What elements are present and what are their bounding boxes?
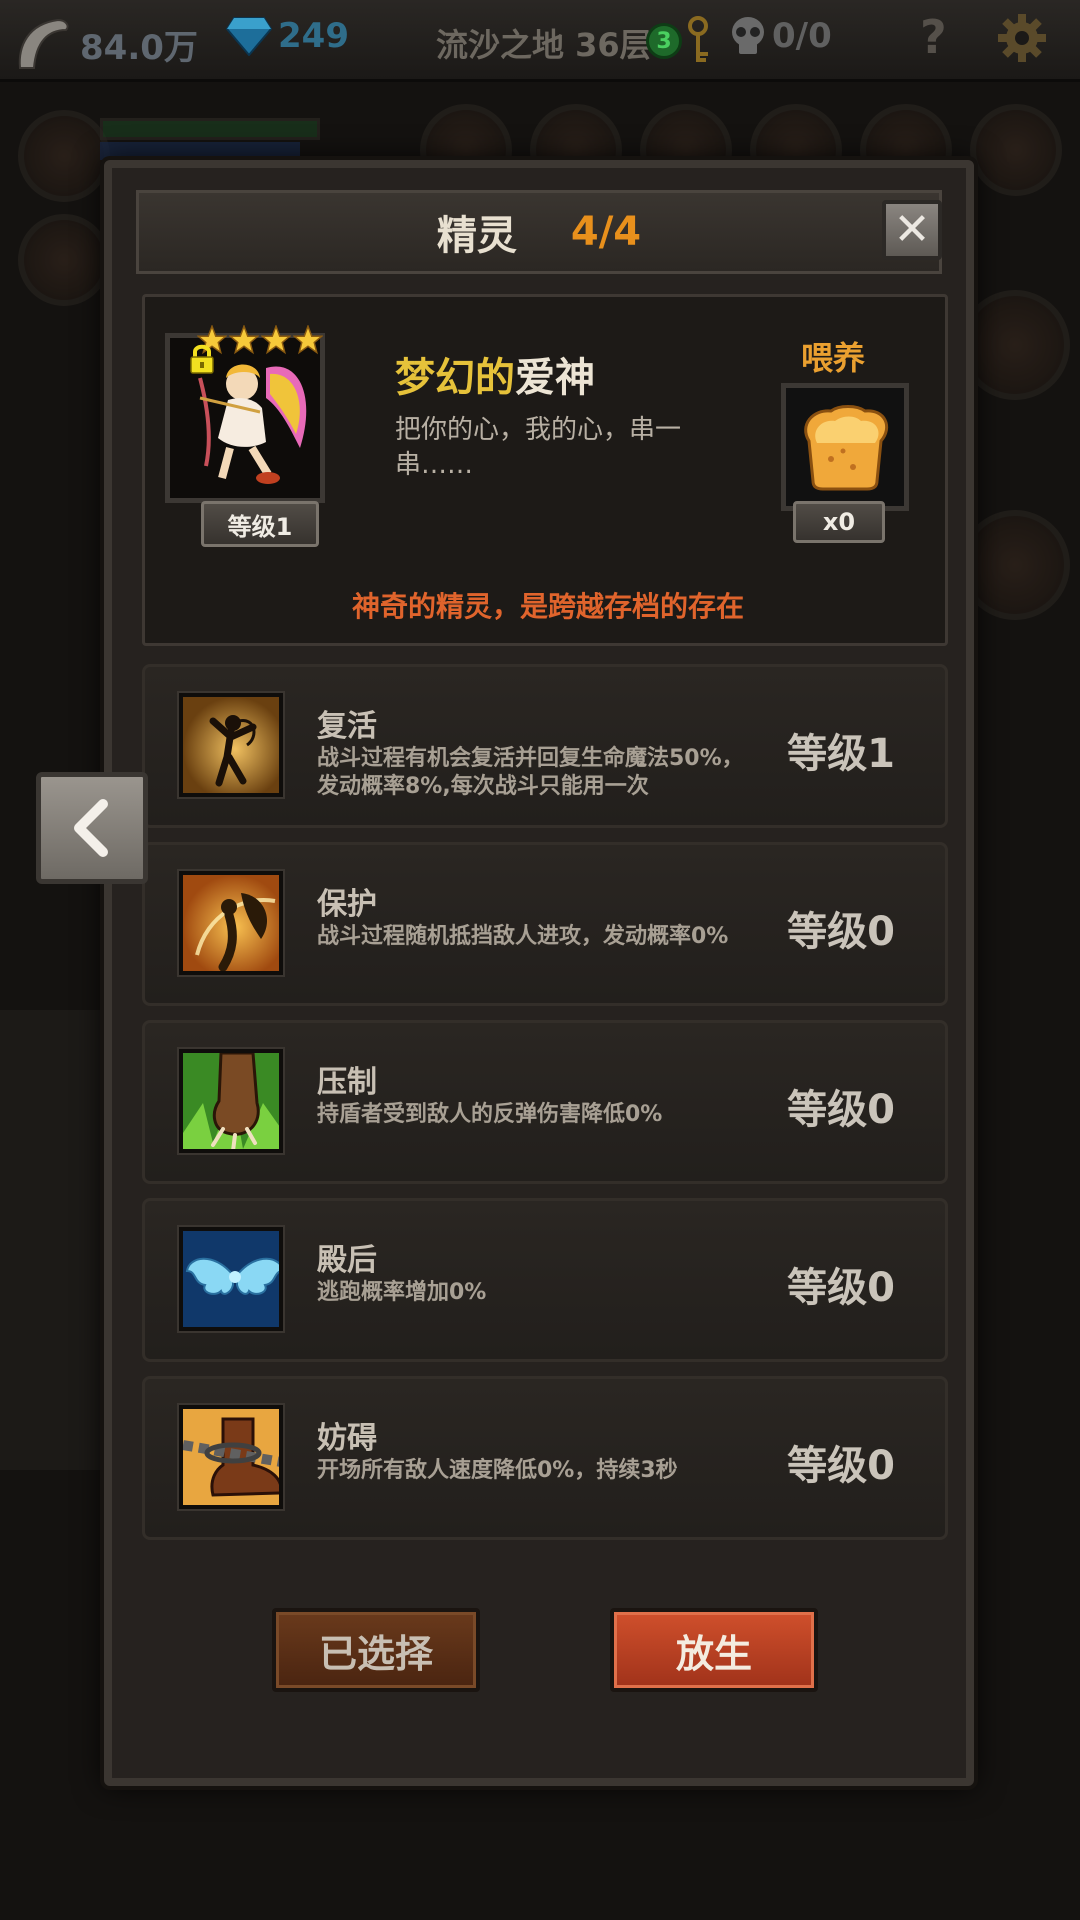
skill-row-rearguard[interactable]: 殿后 逃跑概率增加0% 等级0 [142, 1198, 948, 1362]
skull-counter: 0/0 [730, 16, 832, 56]
skill-row-revive[interactable]: 复活 战斗过程有机会复活并回复生命魔法50%，发动概率8%,每次战斗只能用一次 … [142, 664, 948, 828]
star-rating [197, 325, 323, 355]
skill-level: 等级0 [787, 1265, 895, 1311]
sprite-name: 梦幻的爱神 [395, 345, 595, 403]
skill-level: 等级0 [787, 909, 895, 955]
mana-bar [100, 142, 300, 160]
gold-amount: 84.0万 [80, 27, 198, 68]
sprite-level-badge: 等级1 [201, 501, 319, 547]
feed-button[interactable] [781, 383, 909, 511]
feed-label: 喂养 [801, 339, 866, 377]
diamond-icon [226, 17, 272, 56]
star-icon [261, 325, 291, 355]
skill-level: 等级0 [787, 1443, 895, 1489]
skill-name: 复活 [317, 709, 377, 744]
food-count-badge: x0 [793, 501, 885, 543]
gem-amount: 249 [278, 16, 349, 56]
item-slot [970, 104, 1062, 196]
skill-name: 妨碍 [317, 1421, 377, 1456]
sprite-name-prefix: 梦幻的 [395, 355, 515, 401]
sprite-name-main: 爱神 [515, 355, 595, 401]
sprite-note: 神奇的精灵，是跨越存档的存在 [351, 590, 744, 623]
close-button[interactable]: ✕ [882, 200, 942, 260]
close-icon: ✕ [893, 204, 931, 255]
skill-description: 战斗过程随机抵挡敌人进攻，发动概率0% [317, 924, 729, 949]
bread-icon [804, 405, 888, 491]
sprite-dialog: 精灵 4/4 ✕ 等级1 梦幻的爱神 把你的心，我的心，串一串…… 喂养 x0 … [104, 160, 974, 1786]
skill-description: 逃跑概率增加0% [317, 1280, 487, 1305]
sprite-count: 4/4 [570, 209, 642, 255]
dialog-title: 精灵 [436, 213, 517, 259]
star-icon [229, 325, 259, 355]
wings-icon [179, 1227, 283, 1331]
skill-name: 压制 [317, 1065, 377, 1100]
hero-portrait-slot [18, 214, 110, 306]
skill-row-suppress[interactable]: 压制 持盾者受到敌人的反弹伤害降低0% 等级0 [142, 1020, 948, 1184]
help-button[interactable]: ? [920, 10, 947, 64]
dancer-icon [179, 693, 283, 797]
skill-description: 持盾者受到敌人的反弹伤害降低0% [317, 1102, 663, 1127]
skill-level: 等级0 [787, 1087, 895, 1133]
hero-portrait-slot [18, 110, 110, 202]
gold-counter: 84.0万 [14, 16, 198, 72]
key-counter: 3 [646, 16, 718, 66]
skill-name: 殿后 [317, 1243, 377, 1278]
sprite-description: 把你的心，我的心，串一串…… [395, 415, 682, 481]
key-icon [688, 16, 708, 62]
gear-icon [998, 14, 1046, 62]
star-icon [293, 325, 323, 355]
skill-name: 保护 [317, 887, 377, 922]
key-count-badge: 3 [646, 23, 682, 59]
chevron-left-icon [74, 799, 108, 857]
skill-row-protect[interactable]: 保护 战斗过程随机抵挡敌人进攻，发动概率0% 等级0 [142, 842, 948, 1006]
skill-row-hinder[interactable]: 妨碍 开场所有敌人速度降低0%，持续3秒 等级0 [142, 1376, 948, 1540]
dialog-header: 精灵 4/4 [136, 190, 942, 274]
gem-counter: 249 [226, 16, 349, 56]
skull-icon [732, 17, 764, 54]
health-bar [100, 118, 320, 140]
lock-button[interactable] [189, 343, 215, 379]
horn-icon [18, 18, 69, 69]
sprite-slot [960, 290, 1070, 400]
skill-description: 战斗过程有机会复活并回复生命魔法50%，发动概率8%,每次战斗只能用一次 [317, 746, 744, 799]
floor-label: 流沙之地 36层 [436, 26, 652, 64]
sprite-slot [960, 510, 1070, 620]
top-status-bar: 84.0万 249 流沙之地 36层 3 0/0 ? [0, 0, 1080, 82]
chained-boot-icon [179, 1405, 283, 1509]
settings-button[interactable] [996, 12, 1054, 64]
skill-description: 开场所有敌人速度降低0%，持续3秒 [317, 1458, 678, 1483]
release-button[interactable]: 放生 [610, 1608, 818, 1692]
selected-button[interactable]: 已选择 [272, 1608, 480, 1692]
claw-icon [179, 1049, 283, 1153]
sprite-info-card: 等级1 梦幻的爱神 把你的心，我的心，串一串…… 喂养 x0 神奇的精灵，是跨越… [142, 294, 948, 646]
fairy-shield-icon [179, 871, 283, 975]
skill-level: 等级1 [787, 731, 895, 777]
previous-sprite-button[interactable] [36, 772, 148, 884]
background-panel [0, 1010, 110, 1470]
lock-icon [190, 344, 214, 374]
skull-count: 0/0 [772, 16, 832, 56]
